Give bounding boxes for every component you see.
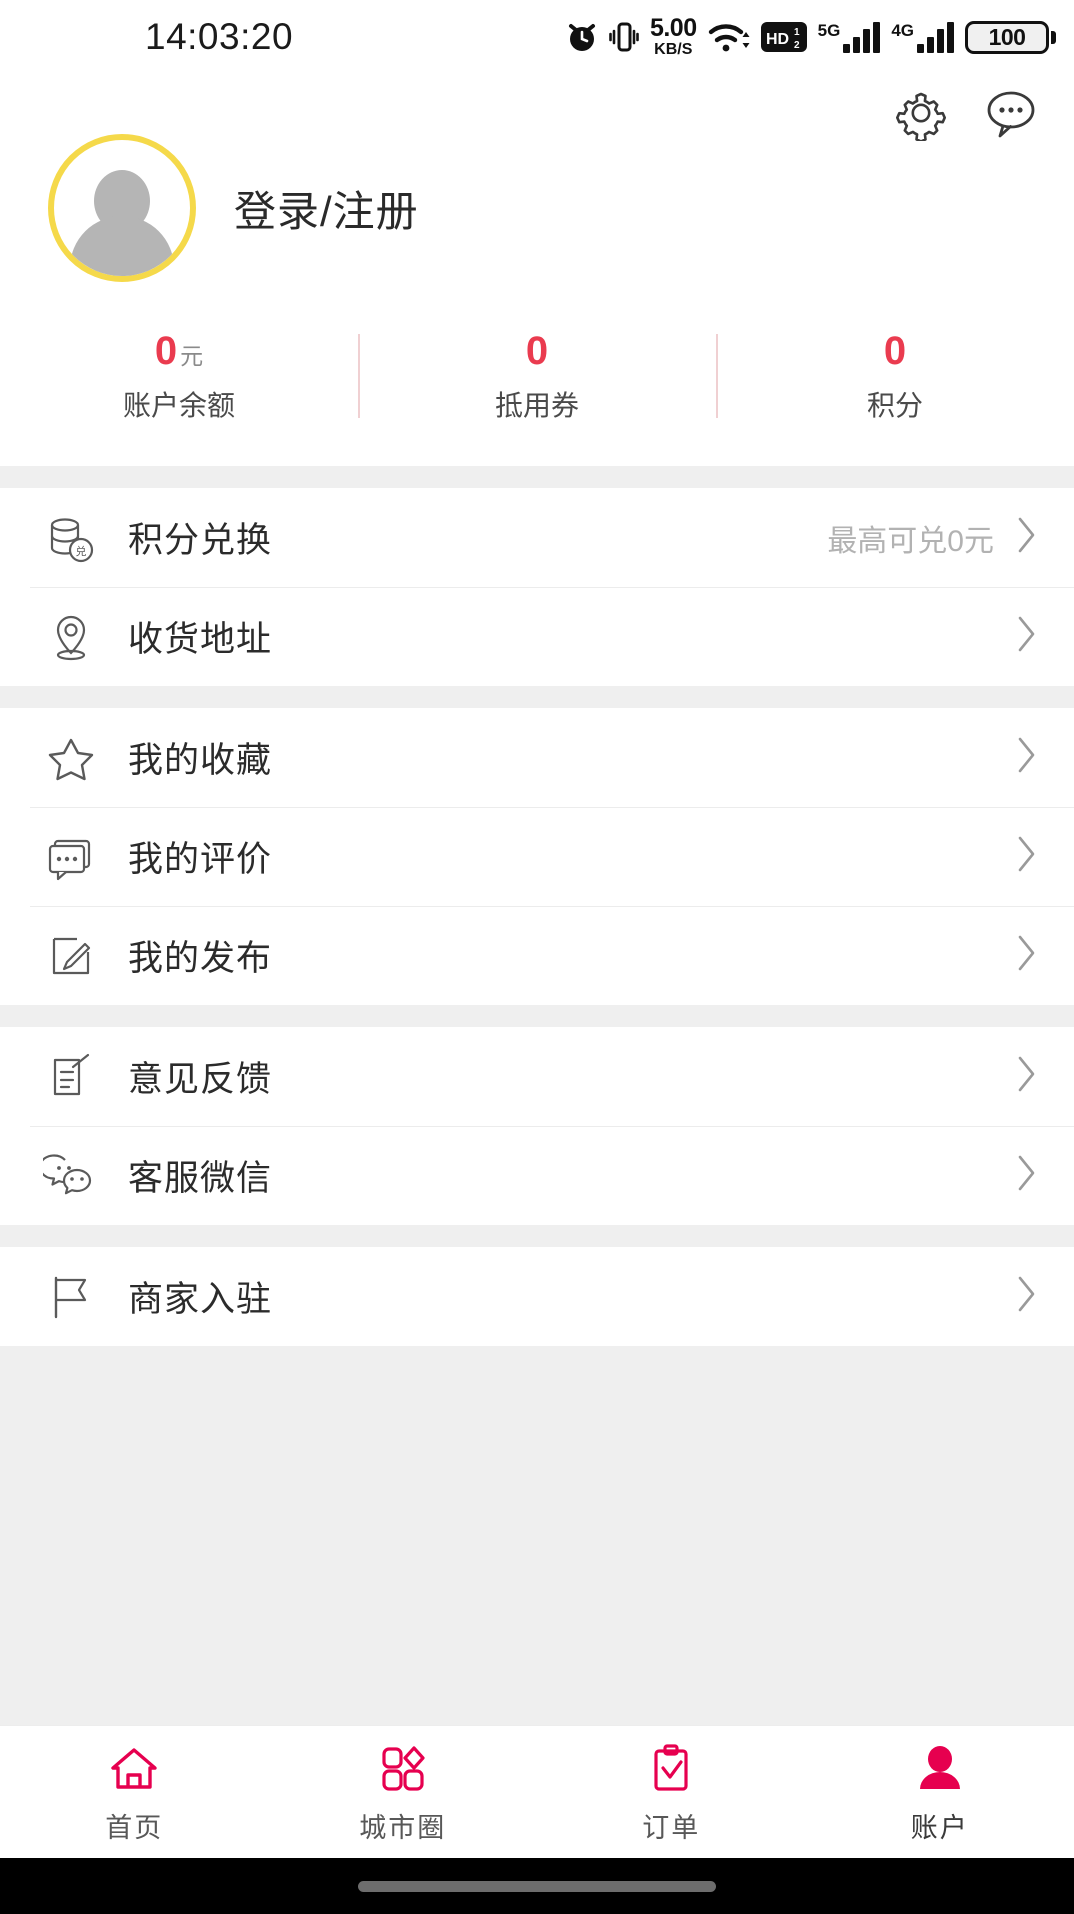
signal-5g-icon: 5G	[817, 20, 881, 53]
menu-group-4: 商家入驻	[0, 1247, 1074, 1346]
city-circle-icon	[375, 1740, 431, 1798]
menu-row-label: 意见反馈	[128, 1060, 273, 1099]
gesture-navigation-bar	[0, 1858, 1074, 1914]
group-separator	[0, 1005, 1074, 1027]
avatar[interactable]	[48, 134, 196, 282]
signal-4g-icon: 4G	[891, 20, 954, 53]
edit-pencil-icon	[40, 925, 102, 987]
menu-row-label: 客服微信	[128, 1159, 273, 1198]
menu-row-label: 收货地址	[128, 620, 273, 659]
battery-icon: 100	[965, 20, 1056, 54]
menu-row-reviews[interactable]: 我的评价	[0, 807, 1074, 906]
svg-text:兑: 兑	[76, 544, 87, 558]
wechat-icon	[40, 1145, 102, 1207]
comment-icon	[40, 826, 102, 888]
network-speed-icon: 5.00 KB/S	[650, 16, 697, 58]
menu-group-3: 意见反馈 客服微信	[0, 1027, 1074, 1225]
group-separator	[0, 686, 1074, 708]
sim2-signal-bars	[917, 21, 954, 53]
stat-balance[interactable]: 0 元 账户余额	[0, 330, 358, 424]
stat-voucher-value: 0	[525, 329, 549, 373]
stat-balance-label: 账户余额	[122, 390, 235, 421]
clipboard-check-icon	[643, 1740, 699, 1798]
menu-row-shipping-address[interactable]: 收货地址	[0, 587, 1074, 686]
gear-icon[interactable]	[892, 84, 950, 142]
chat-bubble-icon[interactable]	[982, 84, 1040, 142]
menu-row-my-posts[interactable]: 我的发布	[0, 906, 1074, 1005]
gesture-home-pill[interactable]	[358, 1880, 716, 1892]
points-exchange-note: 最高可兑0元	[827, 524, 994, 558]
tab-orders[interactable]: 订单	[537, 1740, 806, 1845]
empty-scroll-area	[0, 1346, 1074, 1725]
menu-row-wechat-support[interactable]: 客服微信	[0, 1126, 1074, 1225]
chevron-right-icon	[1016, 1154, 1038, 1197]
chevron-right-icon	[1016, 1275, 1038, 1318]
menu-group-1: 兑 积分兑换 最高可兑0元 收货地址	[0, 488, 1074, 686]
stat-balance-unit: 元	[180, 343, 204, 369]
sim2-network-label: 4G	[891, 20, 914, 40]
menu-row-feedback[interactable]: 意见反馈	[0, 1027, 1074, 1126]
tab-city-circle[interactable]: 城市圈	[269, 1740, 538, 1845]
stat-points-value: 0	[883, 329, 907, 373]
tab-account-label: 账户	[910, 1812, 969, 1843]
location-pin-icon	[40, 606, 102, 668]
tab-account[interactable]: 账户	[806, 1740, 1074, 1845]
tab-home-label: 首页	[105, 1812, 164, 1843]
flag-icon	[40, 1266, 102, 1328]
vibrate-icon	[609, 20, 639, 54]
menu-row-label: 商家入驻	[128, 1280, 273, 1319]
profile-header: 登录/注册 0 元 账户余额 0 抵用券 0 积分	[0, 74, 1074, 466]
group-separator	[0, 1225, 1074, 1247]
menu-row-label: 我的评价	[128, 840, 273, 879]
menu-row-merchant-join[interactable]: 商家入驻	[0, 1247, 1074, 1346]
chevron-right-icon	[1016, 516, 1038, 559]
menu-row-label: 我的收藏	[128, 741, 273, 780]
star-icon	[40, 727, 102, 789]
tab-home[interactable]: 首页	[0, 1740, 269, 1845]
app-screen: 14:03:20 5.00 KB/S HD 1 2 5G 4G 100 登录/注…	[0, 0, 1074, 1914]
group-separator	[0, 466, 1074, 488]
account-stats: 0 元 账户余额 0 抵用券 0 积分	[0, 282, 1074, 460]
feedback-note-icon	[40, 1046, 102, 1108]
header-actions	[892, 84, 1040, 142]
status-bar: 14:03:20 5.00 KB/S HD 1 2 5G 4G 100	[0, 0, 1074, 74]
status-bar-clock: 14:03:20	[145, 16, 294, 57]
coin-stack-exchange-icon: 兑	[40, 507, 102, 569]
user-filled-icon	[912, 1740, 968, 1798]
alarm-clock-icon	[566, 20, 598, 54]
menu-row-points-exchange[interactable]: 兑 积分兑换 最高可兑0元	[0, 488, 1074, 587]
chevron-right-icon	[1016, 736, 1038, 779]
chevron-right-icon	[1016, 835, 1038, 878]
stat-voucher[interactable]: 0 抵用券	[358, 330, 716, 424]
wifi-icon	[708, 20, 750, 54]
chevron-right-icon	[1016, 1055, 1038, 1098]
home-icon	[106, 1740, 162, 1798]
svg-text:1: 1	[794, 27, 800, 38]
tab-city-circle-label: 城市圈	[359, 1812, 447, 1843]
svg-text:2: 2	[794, 40, 800, 51]
network-speed-unit: KB/S	[654, 41, 693, 58]
stat-balance-value: 0	[154, 329, 178, 373]
network-speed-value: 5.00	[649, 14, 697, 42]
menu-row-favorites[interactable]: 我的收藏	[0, 708, 1074, 807]
sim1-network-label: 5G	[817, 20, 841, 40]
menu-group-2: 我的收藏 我的评价 我的发布	[0, 708, 1074, 1005]
stat-voucher-label: 抵用券	[494, 390, 579, 421]
menu-row-label: 积分兑换	[128, 521, 273, 560]
login-register-link[interactable]: 登录/注册	[234, 178, 419, 239]
stat-points[interactable]: 0 积分	[716, 330, 1074, 424]
menu-row-label: 我的发布	[128, 939, 273, 978]
avatar-body	[70, 216, 174, 276]
sim1-signal-bars	[843, 21, 881, 53]
hd-volte-icon: HD 1 2	[760, 22, 807, 52]
battery-percent-label: 100	[988, 23, 1026, 50]
tab-orders-label: 订单	[642, 1812, 701, 1843]
bottom-tab-bar: 首页 城市圈 订单 账户	[0, 1725, 1074, 1858]
status-bar-icons: 5.00 KB/S HD 1 2 5G 4G 100	[566, 16, 1056, 58]
stat-points-label: 积分	[866, 390, 923, 421]
chevron-right-icon	[1016, 615, 1038, 658]
chevron-right-icon	[1016, 934, 1038, 977]
svg-text:HD: HD	[766, 31, 789, 48]
